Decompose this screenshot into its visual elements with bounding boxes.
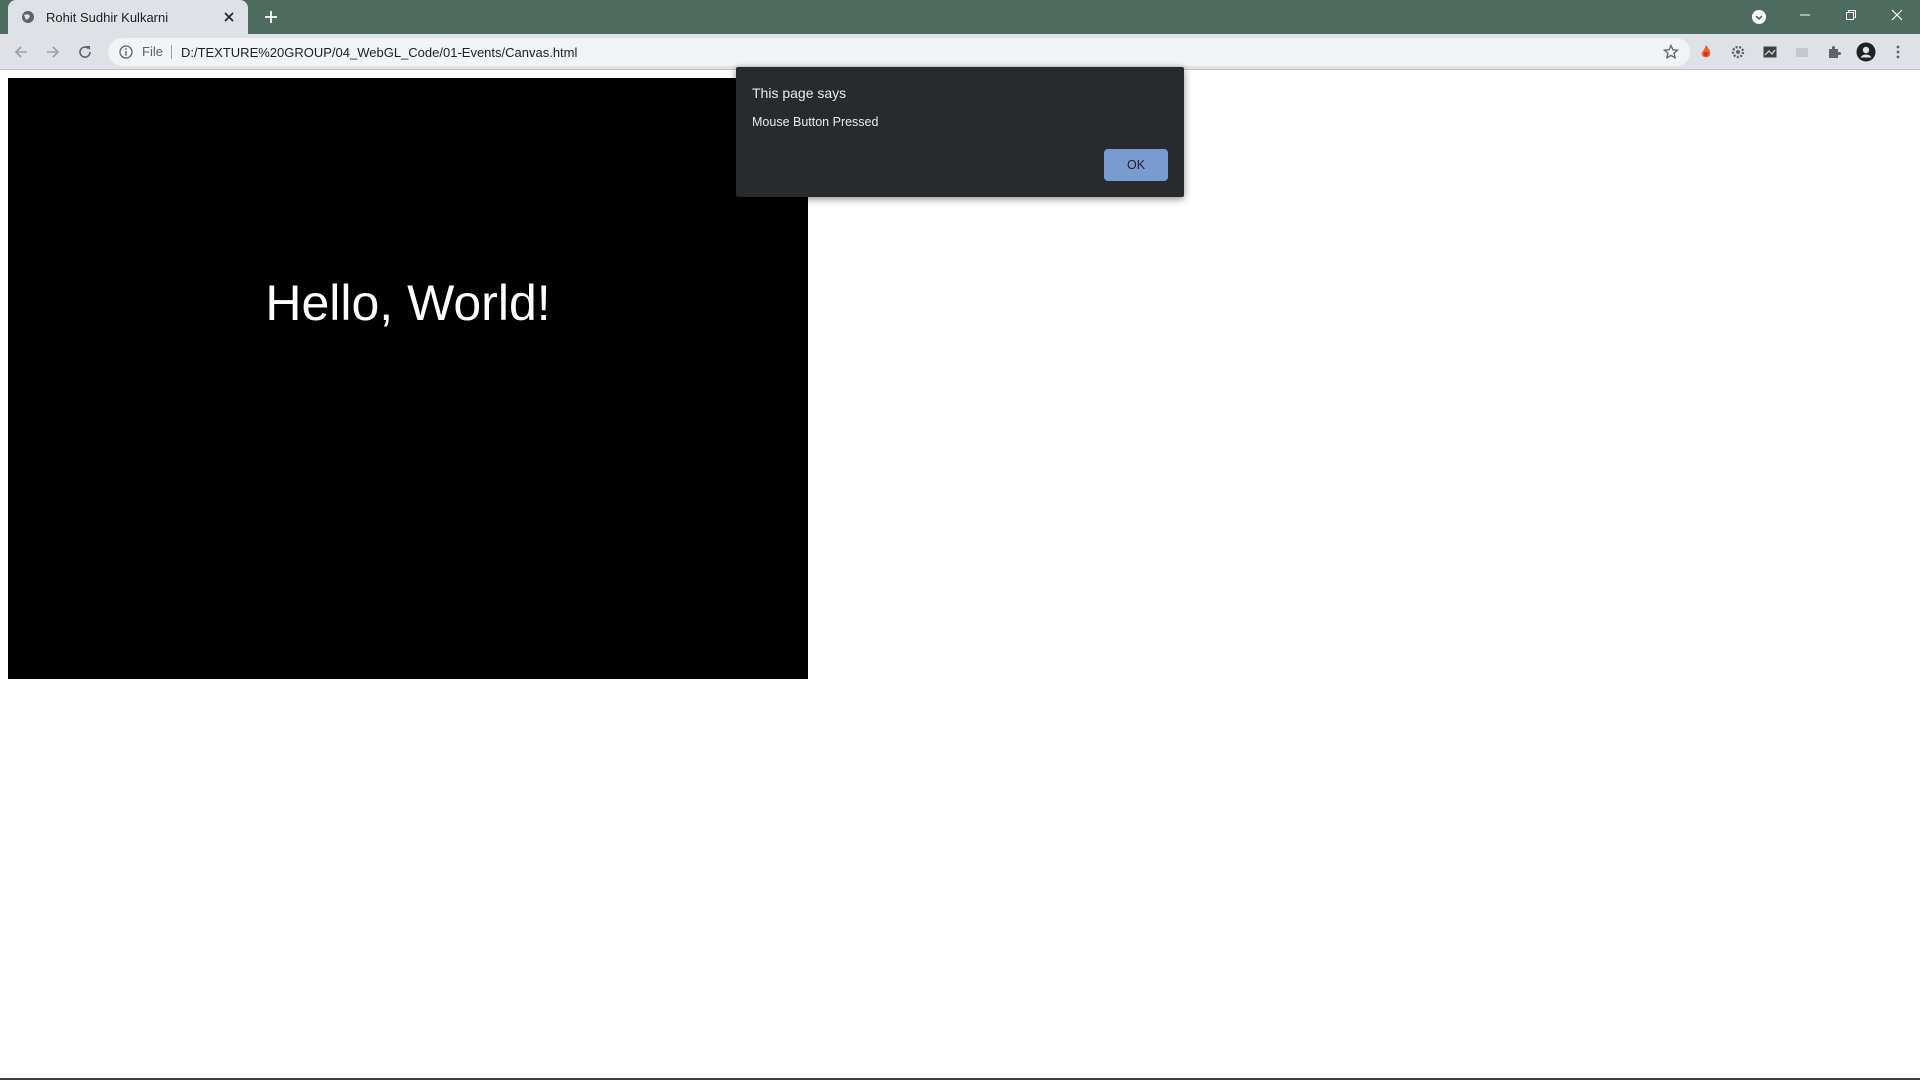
tab-title: Rohit Sudhir Kulkarni xyxy=(46,9,169,25)
image-extension-icon[interactable] xyxy=(1760,42,1780,62)
webgl-canvas[interactable]: Hello, World! xyxy=(8,78,808,679)
ok-button[interactable]: OK xyxy=(1104,149,1168,181)
new-tab-button[interactable] xyxy=(258,4,284,30)
tab-close-icon[interactable] xyxy=(220,8,238,26)
browser-titlebar: Rohit Sudhir Kulkarni xyxy=(0,0,1920,34)
gear-extension-icon[interactable] xyxy=(1728,42,1748,62)
browser-toolbar: File D:/TEXTURE%20GROUP/04_WebGL_Code/01… xyxy=(0,34,1920,70)
profile-avatar-icon[interactable] xyxy=(1856,42,1876,62)
back-icon[interactable] xyxy=(8,39,34,65)
browser-tab[interactable]: Rohit Sudhir Kulkarni xyxy=(8,0,248,34)
tab-search-icon[interactable] xyxy=(1748,6,1770,28)
fire-extension-icon[interactable] xyxy=(1696,42,1716,62)
close-window-icon[interactable] xyxy=(1874,0,1920,30)
scheme-label: File xyxy=(142,45,172,59)
minimize-icon[interactable] xyxy=(1782,0,1828,30)
dialog-title: This page says xyxy=(752,85,847,101)
bookmark-star-icon[interactable] xyxy=(1662,43,1680,61)
menu-kebab-icon[interactable] xyxy=(1888,42,1908,62)
canvas-text: Hello, World! xyxy=(265,275,551,331)
dialog-message: Mouse Button Pressed xyxy=(752,115,879,129)
restore-icon[interactable] xyxy=(1828,0,1874,30)
forward-icon[interactable] xyxy=(40,39,66,65)
reload-icon[interactable] xyxy=(72,39,98,65)
puzzle-icon[interactable] xyxy=(1824,42,1844,62)
globe-icon xyxy=(20,9,36,25)
alert-dialog: This page says Mouse Button Pressed OK xyxy=(736,67,1184,197)
disabled-extension-icon[interactable] xyxy=(1792,42,1812,62)
address-bar[interactable]: File D:/TEXTURE%20GROUP/04_WebGL_Code/01… xyxy=(108,38,1690,66)
url-text[interactable]: D:/TEXTURE%20GROUP/04_WebGL_Code/01-Even… xyxy=(181,45,577,60)
info-icon[interactable] xyxy=(118,44,134,60)
